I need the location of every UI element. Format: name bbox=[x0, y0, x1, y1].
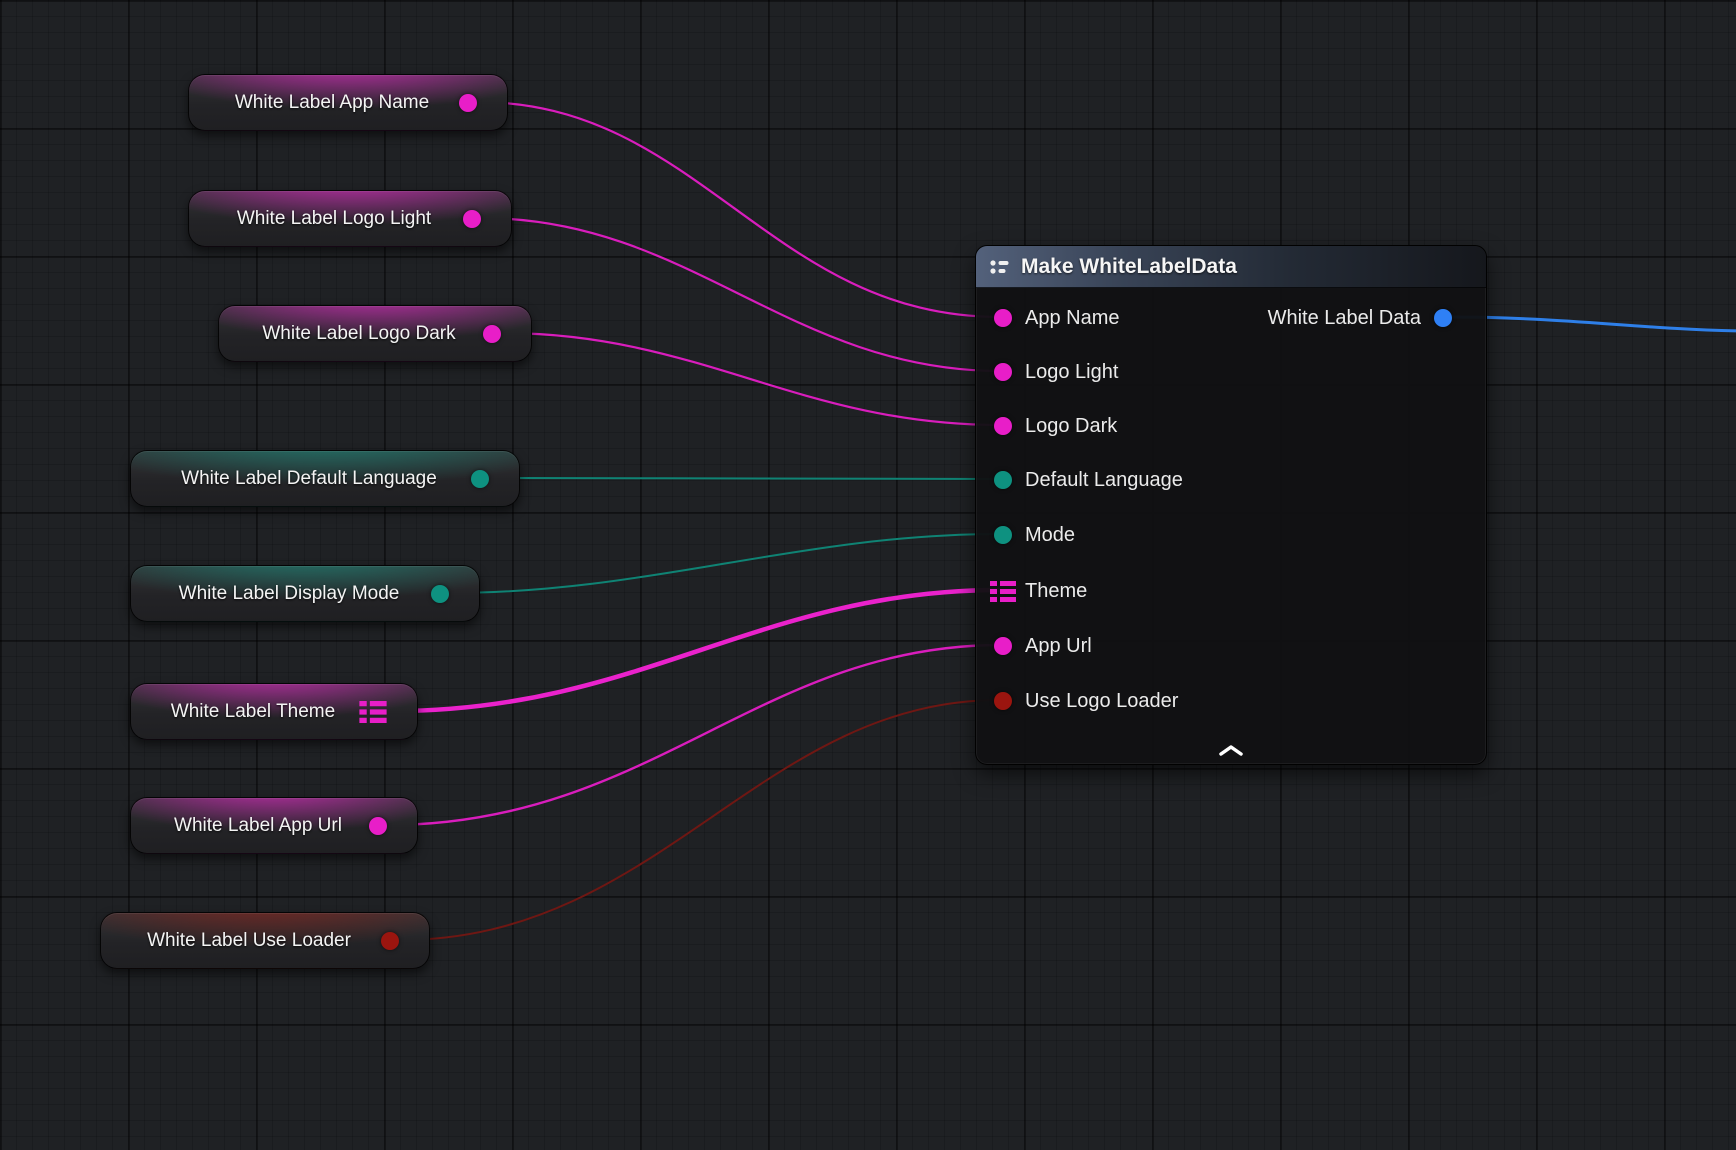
variable-node-label: White Label Logo Light bbox=[215, 208, 453, 230]
pin-label: Theme bbox=[1025, 580, 1087, 603]
boolean-pin[interactable] bbox=[381, 932, 399, 950]
struct-output-pin[interactable] bbox=[1434, 309, 1452, 327]
variable-node-label: White Label Display Mode bbox=[157, 583, 421, 605]
variable-node-app-url[interactable]: White Label App Url bbox=[130, 797, 418, 854]
pin-label: Logo Light bbox=[1025, 361, 1118, 384]
wire-default-language[interactable] bbox=[490, 478, 1000, 479]
input-pin-row: App Url bbox=[994, 633, 1092, 659]
variable-node-label: White Label App Url bbox=[157, 815, 359, 837]
pin-label: App Name bbox=[1025, 307, 1120, 330]
wire-theme[interactable] bbox=[394, 590, 1000, 711]
variable-node-display-mode[interactable]: White Label Display Mode bbox=[130, 565, 480, 622]
text-pin[interactable] bbox=[994, 417, 1012, 435]
wire-app-url[interactable] bbox=[388, 645, 1000, 825]
text-pin[interactable] bbox=[994, 637, 1012, 655]
wire-display-mode[interactable] bbox=[450, 534, 1000, 593]
wire-output-struct[interactable] bbox=[1452, 317, 1736, 331]
text-pin[interactable] bbox=[463, 210, 481, 228]
input-pin-row: App Name bbox=[994, 305, 1120, 331]
enum-pin[interactable] bbox=[431, 585, 449, 603]
wire-app-name[interactable] bbox=[478, 102, 1000, 317]
blueprint-graph-canvas[interactable]: White Label App Name White Label Logo Li… bbox=[0, 0, 1736, 1150]
text-pin[interactable] bbox=[369, 817, 387, 835]
node-header[interactable]: Make WhiteLabelData bbox=[976, 246, 1486, 288]
text-pin[interactable] bbox=[483, 325, 501, 343]
variable-node-label: White Label Logo Dark bbox=[245, 323, 473, 345]
input-pin-row: Theme bbox=[994, 578, 1087, 604]
variable-node-theme[interactable]: White Label Theme bbox=[130, 683, 418, 740]
input-pin-row: Logo Light bbox=[994, 359, 1118, 385]
input-pin-row: Logo Dark bbox=[994, 413, 1117, 439]
variable-node-label: White Label Default Language bbox=[157, 468, 461, 490]
pin-label: App Url bbox=[1025, 635, 1092, 658]
variable-node-logo-light[interactable]: White Label Logo Light bbox=[188, 190, 512, 247]
enum-pin[interactable] bbox=[471, 470, 489, 488]
text-pin[interactable] bbox=[994, 309, 1012, 327]
struct-pin-icon[interactable] bbox=[990, 581, 1016, 602]
variable-node-label: White Label Theme bbox=[157, 701, 349, 723]
wire-logo-dark[interactable] bbox=[502, 333, 1000, 425]
enum-pin[interactable] bbox=[994, 471, 1012, 489]
variable-node-use-loader[interactable]: White Label Use Loader bbox=[100, 912, 430, 969]
input-pin-row: Use Logo Loader bbox=[994, 688, 1178, 714]
pin-label: Use Logo Loader bbox=[1025, 690, 1178, 713]
text-pin[interactable] bbox=[459, 94, 477, 112]
node-title: Make WhiteLabelData bbox=[1021, 255, 1237, 279]
boolean-pin[interactable] bbox=[994, 692, 1012, 710]
struct-pin-icon[interactable] bbox=[359, 701, 387, 723]
output-pin-row: White Label Data bbox=[1268, 305, 1452, 331]
pin-label: White Label Data bbox=[1268, 307, 1421, 330]
make-whitelabeldata-node[interactable]: Make WhiteLabelData App Name Logo Light … bbox=[975, 245, 1487, 765]
chevron-up-icon bbox=[1218, 744, 1244, 757]
text-pin[interactable] bbox=[994, 363, 1012, 381]
enum-pin[interactable] bbox=[994, 526, 1012, 544]
variable-node-default-language[interactable]: White Label Default Language bbox=[130, 450, 520, 507]
variable-node-label: White Label App Name bbox=[215, 92, 449, 114]
variable-node-app-name[interactable]: White Label App Name bbox=[188, 74, 508, 131]
input-pin-row: Mode bbox=[994, 522, 1075, 548]
pin-label: Logo Dark bbox=[1025, 415, 1117, 438]
input-pin-row: Default Language bbox=[994, 467, 1183, 493]
variable-node-logo-dark[interactable]: White Label Logo Dark bbox=[218, 305, 532, 362]
pin-label: Mode bbox=[1025, 524, 1075, 547]
pin-label: Default Language bbox=[1025, 469, 1183, 492]
collapse-chevron[interactable] bbox=[1214, 741, 1248, 759]
wire-logo-light[interactable] bbox=[482, 218, 1000, 371]
variable-node-label: White Label Use Loader bbox=[127, 930, 371, 952]
make-struct-icon bbox=[989, 257, 1011, 277]
